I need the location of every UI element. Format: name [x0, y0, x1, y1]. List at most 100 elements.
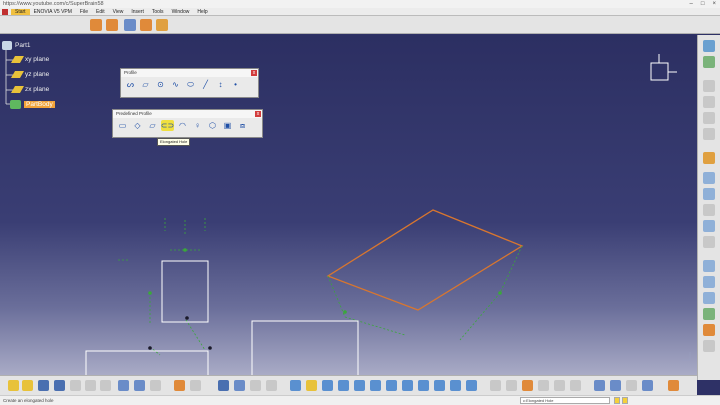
exit-workbench-icon[interactable] [703, 40, 715, 52]
point-icon[interactable]: • [229, 79, 242, 90]
tools-palette-icon[interactable] [594, 380, 605, 391]
shaft-icon[interactable] [703, 340, 715, 352]
menu-view[interactable]: View [109, 9, 128, 15]
profile-toolbar[interactable]: Profile x ᔕ ▱ ⊙ ∿ ⬭ ╱ ↕ • [120, 68, 259, 98]
zoom-in-icon[interactable] [354, 380, 365, 391]
formula-icon[interactable] [174, 380, 185, 391]
hide-show-icon[interactable] [450, 380, 461, 391]
sketch-analysis-icon[interactable] [506, 380, 517, 391]
menu-edit[interactable]: Edit [92, 9, 109, 15]
new-icon[interactable] [8, 380, 19, 391]
undo-icon[interactable] [118, 380, 129, 391]
centered-parallelogram-icon[interactable]: ⧈ [236, 120, 249, 131]
snap-to-point-icon[interactable] [106, 19, 118, 31]
arc-icon[interactable] [703, 260, 715, 272]
dimensional-constraints-icon[interactable] [156, 19, 168, 31]
fit-all-icon[interactable] [306, 380, 317, 391]
normal-view-icon[interactable] [386, 380, 397, 391]
mirror-icon[interactable] [703, 220, 715, 232]
predefined-profile-toolbar[interactable]: Predefined Profile x ▭ ◇ ▱ ⊂⊃ ◠ ♀ ⬡ ▣ ⧈ [112, 109, 263, 138]
centered-rectangle-icon[interactable]: ▣ [221, 120, 234, 131]
sketch-icon[interactable] [703, 56, 715, 68]
pocket-icon[interactable] [703, 324, 715, 336]
corner-icon[interactable] [703, 292, 715, 304]
menu-file[interactable]: File [76, 9, 92, 15]
command-stop-icon[interactable] [614, 397, 620, 404]
fly-mode-icon[interactable] [290, 380, 301, 391]
predefined-toolbar-title[interactable]: Predefined Profile x [113, 110, 262, 118]
tree-node-partbody[interactable]: PartBody [10, 100, 55, 109]
menu-enovia[interactable]: ENOVIA V5 VPM [30, 9, 76, 15]
comment-icon[interactable] [190, 380, 201, 391]
multi-view-icon[interactable] [402, 380, 413, 391]
profile-toolbar-close-button[interactable]: x [251, 70, 257, 76]
sketcher-icon[interactable] [266, 380, 277, 391]
spline-icon[interactable]: ∿ [169, 79, 182, 90]
construction-element-icon[interactable] [124, 19, 136, 31]
geometrical-constraints-icon[interactable] [140, 19, 152, 31]
dimension-icon[interactable] [626, 380, 637, 391]
3d-viewport[interactable] [0, 35, 697, 375]
profile-icon[interactable]: ᔕ [124, 79, 137, 90]
visualization-icon[interactable] [570, 380, 581, 391]
cylindrical-elongated-hole-icon[interactable]: ◠ [176, 120, 189, 131]
zoom-out-icon[interactable] [370, 380, 381, 391]
measure-icon[interactable] [234, 380, 245, 391]
predefined-profile-icon[interactable]: ▱ [139, 79, 152, 90]
oriented-rectangle-icon[interactable]: ◇ [131, 120, 144, 131]
exit-sketch-icon[interactable] [668, 380, 679, 391]
close-button[interactable]: × [712, 0, 716, 8]
circle-icon[interactable]: ⊙ [154, 79, 167, 90]
print-icon[interactable] [54, 380, 65, 391]
menu-tools[interactable]: Tools [148, 9, 168, 15]
copy-icon[interactable] [85, 380, 96, 391]
open-icon[interactable] [22, 380, 33, 391]
sketch-grid-icon[interactable] [90, 19, 102, 31]
axis-icon[interactable]: ↕ [214, 79, 227, 90]
color-icon[interactable] [642, 380, 653, 391]
menu-start[interactable]: Start [11, 8, 30, 15]
cut-icon[interactable] [70, 380, 81, 391]
menu-help[interactable]: Help [193, 9, 211, 15]
relimitation-icon[interactable] [703, 128, 715, 140]
tree-node-zx-plane[interactable]: zx plane [10, 86, 49, 93]
constraint-icon[interactable] [703, 152, 715, 164]
elongated-hole-icon[interactable]: ⊂⊃ [161, 120, 174, 131]
pad-icon[interactable] [703, 308, 715, 320]
command-input[interactable]: c:Elongated Hole [520, 397, 610, 404]
predefined-toolbar-close-button[interactable]: x [255, 111, 261, 117]
tree-node-xy-plane[interactable]: xy plane [10, 56, 49, 63]
cut-part-icon[interactable] [490, 380, 501, 391]
redo-icon[interactable] [134, 380, 145, 391]
fillet-icon[interactable] [703, 172, 715, 184]
transform-icon[interactable] [703, 112, 715, 124]
line-icon[interactable]: ╱ [199, 79, 212, 90]
menu-window[interactable]: Window [168, 9, 194, 15]
3d-grid-icon[interactable] [522, 380, 533, 391]
minimize-button[interactable]: – [690, 0, 693, 8]
rotate-icon[interactable] [338, 380, 349, 391]
lock-icon[interactable] [538, 380, 549, 391]
command-run-icon[interactable] [622, 397, 628, 404]
paste-icon[interactable] [100, 380, 111, 391]
pan-icon[interactable] [322, 380, 333, 391]
tree-node-yz-plane[interactable]: yz plane [10, 71, 49, 78]
trim-icon[interactable] [703, 204, 715, 216]
catalog-icon[interactable] [218, 380, 229, 391]
iso-view-icon[interactable] [418, 380, 429, 391]
operation-icon[interactable] [703, 96, 715, 108]
ellipse-icon[interactable]: ⬭ [184, 79, 197, 90]
apply-material-icon[interactable] [250, 380, 261, 391]
keyhole-profile-icon[interactable]: ♀ [191, 120, 204, 131]
shading-icon[interactable] [434, 380, 445, 391]
tree-node-part1[interactable]: Part1 [2, 41, 31, 50]
swap-space-icon[interactable] [466, 380, 477, 391]
project-icon[interactable] [703, 236, 715, 248]
knowledge-icon[interactable] [610, 380, 621, 391]
conic-icon[interactable] [703, 276, 715, 288]
profile-toolbar-title[interactable]: Profile x [121, 69, 258, 77]
select-icon[interactable] [703, 80, 715, 92]
whats-this-icon[interactable] [150, 380, 161, 391]
save-icon[interactable] [38, 380, 49, 391]
chamfer-icon[interactable] [703, 188, 715, 200]
